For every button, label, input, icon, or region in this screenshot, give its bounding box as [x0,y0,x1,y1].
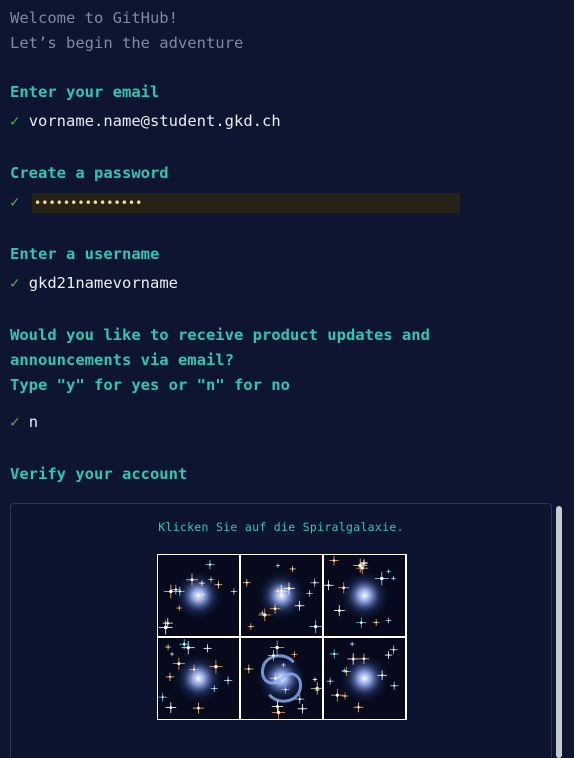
star-cluster-icon [324,555,405,636]
star-cluster-icon [158,638,239,719]
star-cluster-icon [324,638,405,719]
check-icon: ✓ [10,193,20,211]
spiral-galaxy-icon [241,638,322,719]
captcha-tile[interactable] [324,638,405,719]
updates-answer: ✓ n [10,410,38,435]
password-field[interactable]: ••••••••••••••• [32,193,460,213]
username-prompt: Enter a username [10,245,160,263]
welcome-title: Welcome to GitHub! [10,9,178,27]
updates-prompt-line-3: Type "y" for yes or "n" for no [10,376,290,394]
email-prompt: Enter your email [10,83,160,101]
check-icon: ✓ [10,274,20,292]
username-answer: ✓ gkd21namevorname [10,271,178,296]
updates-prompt-line-1: Would you like to receive product update… [10,326,430,344]
captcha-tile[interactable] [241,638,322,719]
captcha-panel: Klicken Sie auf die Spiralgalaxie. [10,503,552,758]
verify-prompt: Verify your account [10,465,188,483]
username-value: gkd21namevorname [28,274,178,292]
updates-value: n [28,413,39,431]
star-cluster-icon [241,555,322,636]
welcome-subtitle: Let’s begin the adventure [10,34,244,52]
email-answer: ✓ vorname.name@student.gkd.ch [10,109,281,134]
updates-prompt-line-2: announcements via email? [10,351,234,369]
captcha-grid [157,554,407,720]
captcha-tile[interactable] [158,555,239,636]
captcha-instruction: Klicken Sie auf die Spiralgalaxie. [158,520,404,534]
scrollbar[interactable] [556,506,562,758]
captcha-tile[interactable] [158,638,239,719]
check-icon: ✓ [10,112,20,130]
password-answer: ✓ [10,190,19,215]
captcha-tile[interactable] [324,555,405,636]
captcha-tile[interactable] [241,555,322,636]
email-value: vorname.name@student.gkd.ch [28,112,281,130]
password-prompt: Create a password [10,164,169,182]
star-cluster-icon [158,555,239,636]
check-icon: ✓ [10,413,20,431]
